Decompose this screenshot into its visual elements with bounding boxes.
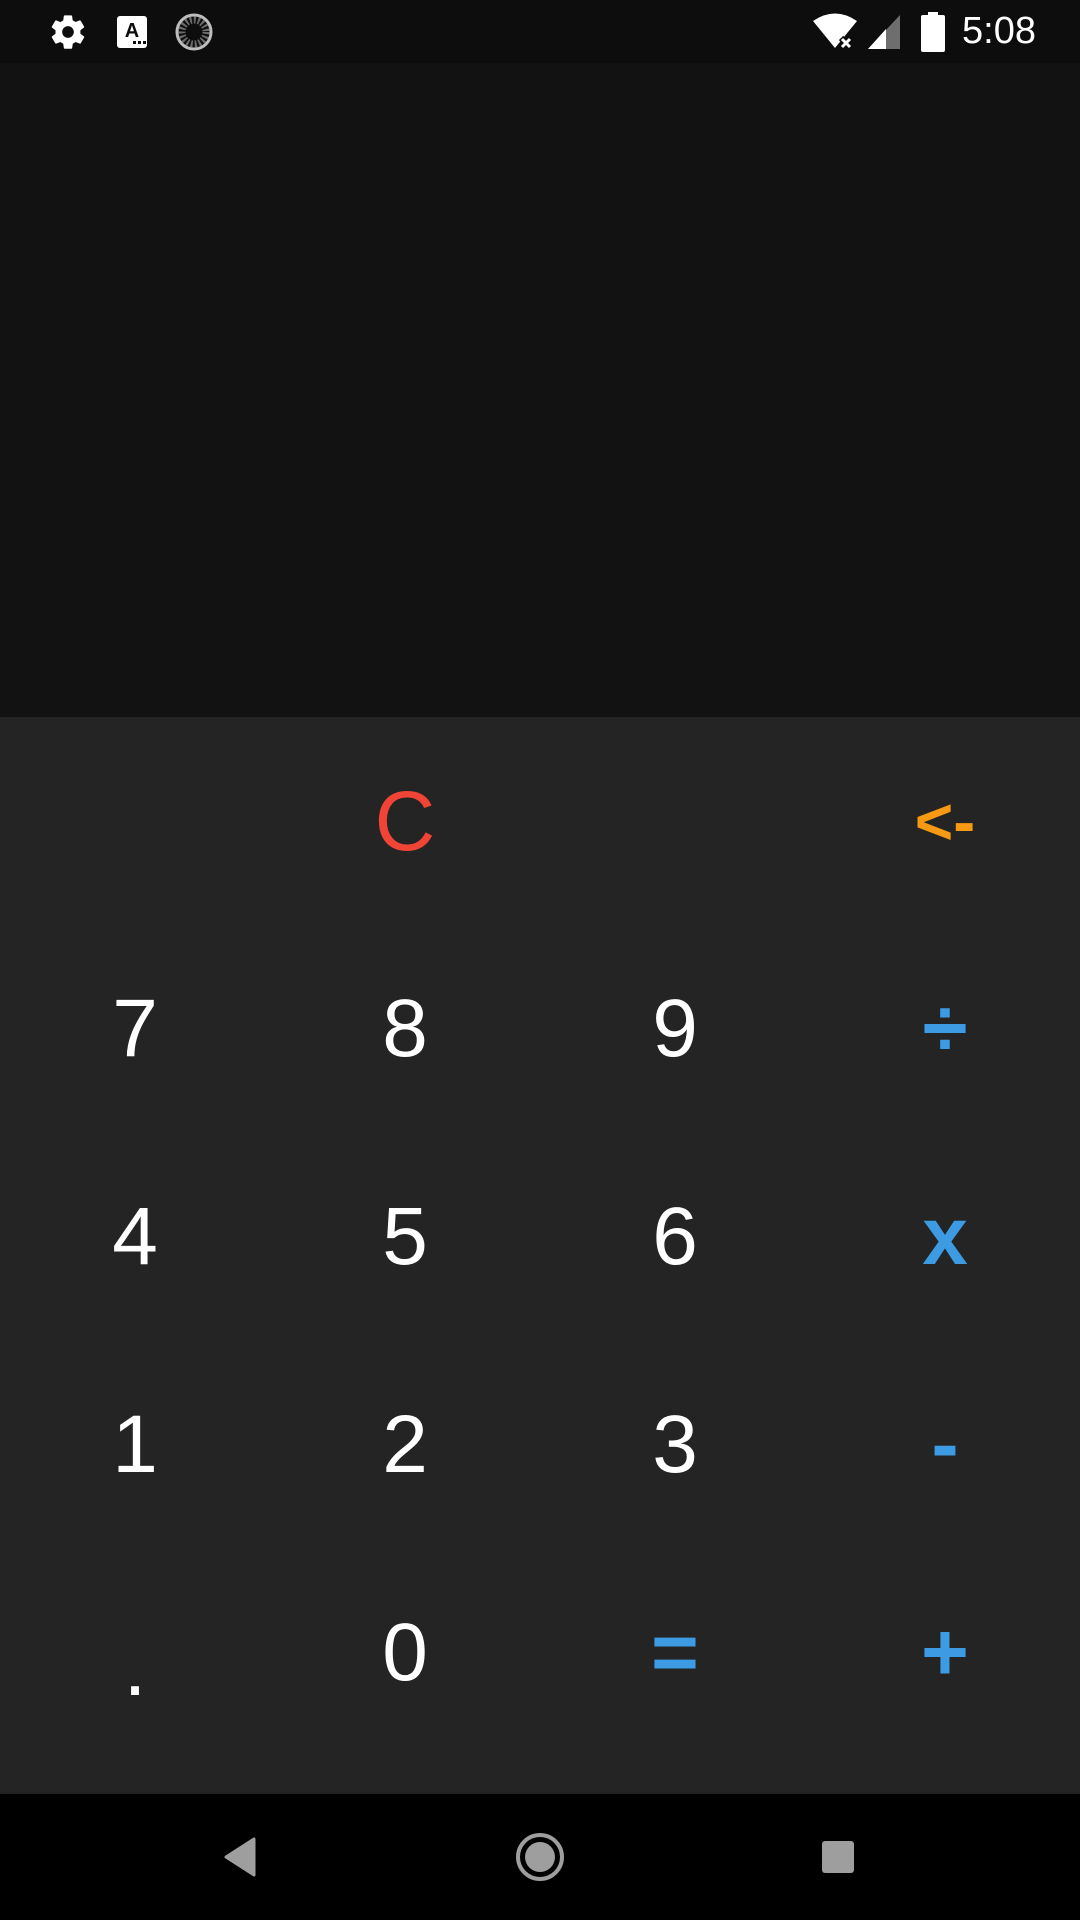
text-a-icon: A (112, 0, 152, 63)
digit-8-button[interactable]: 8 (270, 925, 540, 1133)
navigation-bar (0, 1794, 1080, 1920)
status-time: 5:08 (962, 10, 1036, 52)
empty-key (540, 717, 810, 925)
loading-spinner-icon (172, 0, 216, 63)
digit-1-button[interactable]: 1 (0, 1341, 270, 1549)
battery-icon (918, 0, 948, 63)
backspace-button[interactable]: <- (810, 717, 1080, 925)
cell-signal-icon (864, 0, 904, 63)
subtract-button[interactable]: - (810, 1341, 1080, 1549)
home-icon[interactable] (460, 1794, 620, 1920)
wifi-off-icon (810, 0, 860, 63)
digit-9-button[interactable]: 9 (540, 925, 810, 1133)
keypad: C <- 7 8 9 ÷ 4 5 6 x 1 2 3 - . 0 = + (0, 717, 1080, 1794)
digit-5-button[interactable]: 5 (270, 1133, 540, 1341)
digit-6-button[interactable]: 6 (540, 1133, 810, 1341)
clear-button[interactable]: C (270, 717, 540, 925)
digit-3-button[interactable]: 3 (540, 1341, 810, 1549)
recents-icon[interactable] (758, 1794, 918, 1920)
status-bar: A 5:08 (0, 0, 1080, 63)
digit-0-button[interactable]: 0 (270, 1549, 540, 1757)
calculator-display (0, 63, 1080, 717)
divide-button[interactable]: ÷ (810, 925, 1080, 1133)
digit-4-button[interactable]: 4 (0, 1133, 270, 1341)
decimal-button[interactable]: . (0, 1549, 270, 1757)
digit-2-button[interactable]: 2 (270, 1341, 540, 1549)
equals-button[interactable]: = (540, 1549, 810, 1757)
add-button[interactable]: + (810, 1549, 1080, 1757)
back-icon[interactable] (160, 1794, 320, 1920)
multiply-button[interactable]: x (810, 1133, 1080, 1341)
empty-key (0, 717, 270, 925)
settings-icon (44, 0, 92, 63)
digit-7-button[interactable]: 7 (0, 925, 270, 1133)
svg-text:A: A (125, 20, 139, 42)
